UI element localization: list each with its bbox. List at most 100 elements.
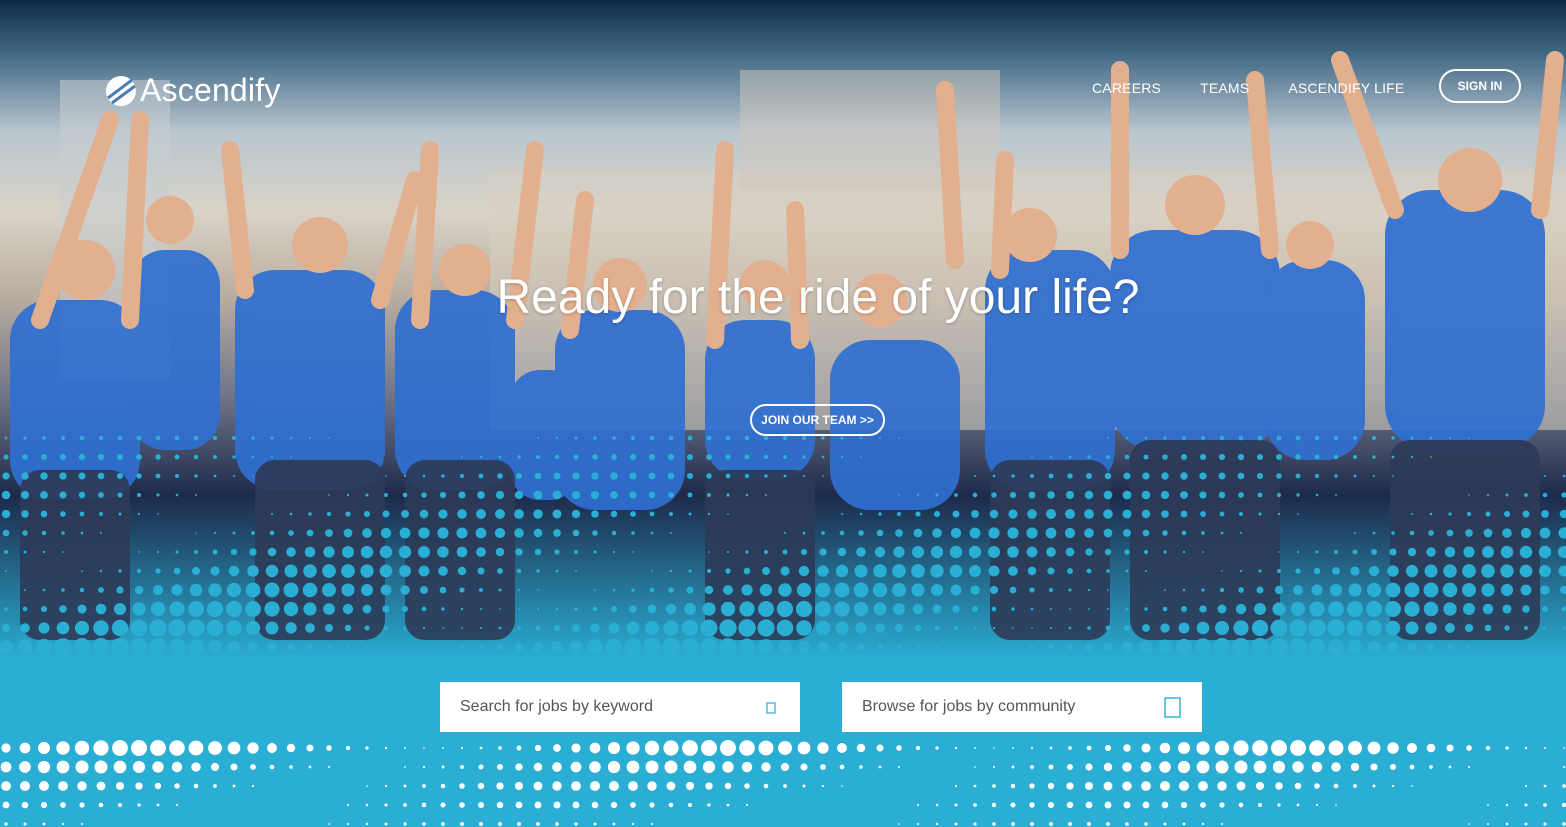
halftone-dot <box>1315 493 1319 497</box>
brand-logo[interactable]: Ascendify <box>104 72 281 109</box>
halftone-dot <box>1255 781 1265 791</box>
halftone-dot <box>1559 509 1566 519</box>
sign-in-button[interactable]: SIGN IN <box>1439 69 1521 103</box>
halftone-dot <box>1239 512 1243 516</box>
halftone-dot <box>37 760 51 774</box>
halftone-dot <box>930 564 944 578</box>
halftone-dot <box>325 529 333 537</box>
halftone-dot <box>1047 567 1055 575</box>
halftone-dot <box>853 601 869 617</box>
halftone-dot <box>40 605 48 613</box>
halftone-dot <box>210 762 220 772</box>
halftone-dot <box>701 740 717 756</box>
halftone-dot <box>1218 472 1226 480</box>
halftone-dot <box>533 762 543 772</box>
halftone-dot <box>1524 626 1528 630</box>
halftone-dot <box>1444 546 1456 558</box>
halftone-dot <box>822 475 824 477</box>
halftone-dot <box>911 583 925 597</box>
halftone-dot <box>1391 436 1395 440</box>
halftone-dot <box>1068 746 1072 750</box>
halftone-dot <box>591 510 599 518</box>
halftone-dot <box>1353 455 1357 459</box>
halftone-dot <box>663 620 679 636</box>
dropdown-box-icon[interactable] <box>1162 696 1184 718</box>
halftone-dot <box>1447 644 1453 650</box>
halftone-dot <box>460 746 464 750</box>
halftone-dot <box>438 566 448 576</box>
halftone-dot <box>269 530 275 536</box>
halftone-dot <box>700 619 718 637</box>
halftone-dot <box>213 531 217 535</box>
community-browse-input[interactable] <box>842 682 1162 732</box>
halftone-dot <box>837 547 847 557</box>
keyword-search-input[interactable] <box>440 682 760 732</box>
halftone-dot <box>669 512 673 516</box>
halftone-dot <box>1296 493 1300 497</box>
halftone-dot <box>308 664 312 668</box>
halftone-dot <box>75 760 89 774</box>
halftone-dot <box>130 657 148 675</box>
halftone-dot <box>992 626 996 630</box>
halftone-dot <box>738 619 756 637</box>
halftone-dot <box>1365 600 1383 618</box>
halftone-dot <box>1106 822 1110 826</box>
halftone-dot <box>1239 531 1243 535</box>
halftone-dot <box>1443 564 1457 578</box>
halftone-dot <box>1385 582 1401 598</box>
halftone-dot <box>475 527 487 539</box>
halftone-dot <box>1461 582 1477 598</box>
nav-careers[interactable]: CAREERS <box>1092 80 1161 96</box>
halftone-dot <box>1333 454 1339 460</box>
halftone-dot <box>991 492 997 498</box>
halftone-dot <box>643 657 661 675</box>
halftone-dot <box>1238 802 1244 808</box>
halftone-dot <box>460 607 464 611</box>
halftone-dot <box>1466 644 1472 650</box>
halftone-dot <box>1182 550 1186 554</box>
halftone-dot <box>740 659 754 673</box>
halftone-dot <box>608 622 620 634</box>
halftone-dot <box>112 740 128 756</box>
halftone-dot <box>1346 619 1364 637</box>
halftone-dot <box>1423 601 1439 617</box>
halftone-dot <box>662 638 680 656</box>
halftone-dot <box>1086 568 1092 574</box>
halftone-dot <box>705 782 713 790</box>
halftone-dot <box>77 781 87 791</box>
join-our-team-button[interactable]: JOIN OUR TEAM >> <box>750 404 885 436</box>
halftone-dot <box>195 532 197 534</box>
halftone-dot <box>574 822 578 826</box>
halftone-dot <box>404 747 406 749</box>
halftone-dot <box>345 745 351 751</box>
halftone-dot <box>554 454 560 460</box>
halftone-dot <box>987 545 1001 559</box>
halftone-dot <box>1011 822 1015 826</box>
halftone-dot <box>153 585 163 595</box>
halftone-dot <box>516 745 522 751</box>
halftone-dot <box>206 600 224 618</box>
halftone-dot <box>379 564 393 578</box>
halftone-dot <box>442 627 444 629</box>
nav-teams[interactable]: TEAMS <box>1200 80 1249 96</box>
halftone-dot <box>1125 436 1129 440</box>
search-icon[interactable] <box>760 696 782 718</box>
halftone-dot <box>1160 490 1170 500</box>
halftone-dot <box>1289 619 1307 637</box>
halftone-dot <box>99 512 103 516</box>
halftone-dot <box>515 763 523 771</box>
halftone-dot <box>479 626 483 630</box>
halftone-dot <box>533 509 543 519</box>
halftone-dot <box>1315 803 1319 807</box>
halftone-dot <box>778 583 792 597</box>
halftone-dot <box>56 741 70 755</box>
halftone-dot <box>79 511 85 517</box>
halftone-dot <box>24 589 26 591</box>
halftone-dot <box>514 781 524 791</box>
halftone-dot <box>935 746 939 750</box>
halftone-dot <box>403 822 407 826</box>
nav-ascendify-life[interactable]: ASCENDIFY LIFE <box>1288 80 1404 96</box>
halftone-dot <box>1065 509 1075 519</box>
halftone-dot <box>1180 472 1188 480</box>
halftone-dot <box>665 603 677 615</box>
